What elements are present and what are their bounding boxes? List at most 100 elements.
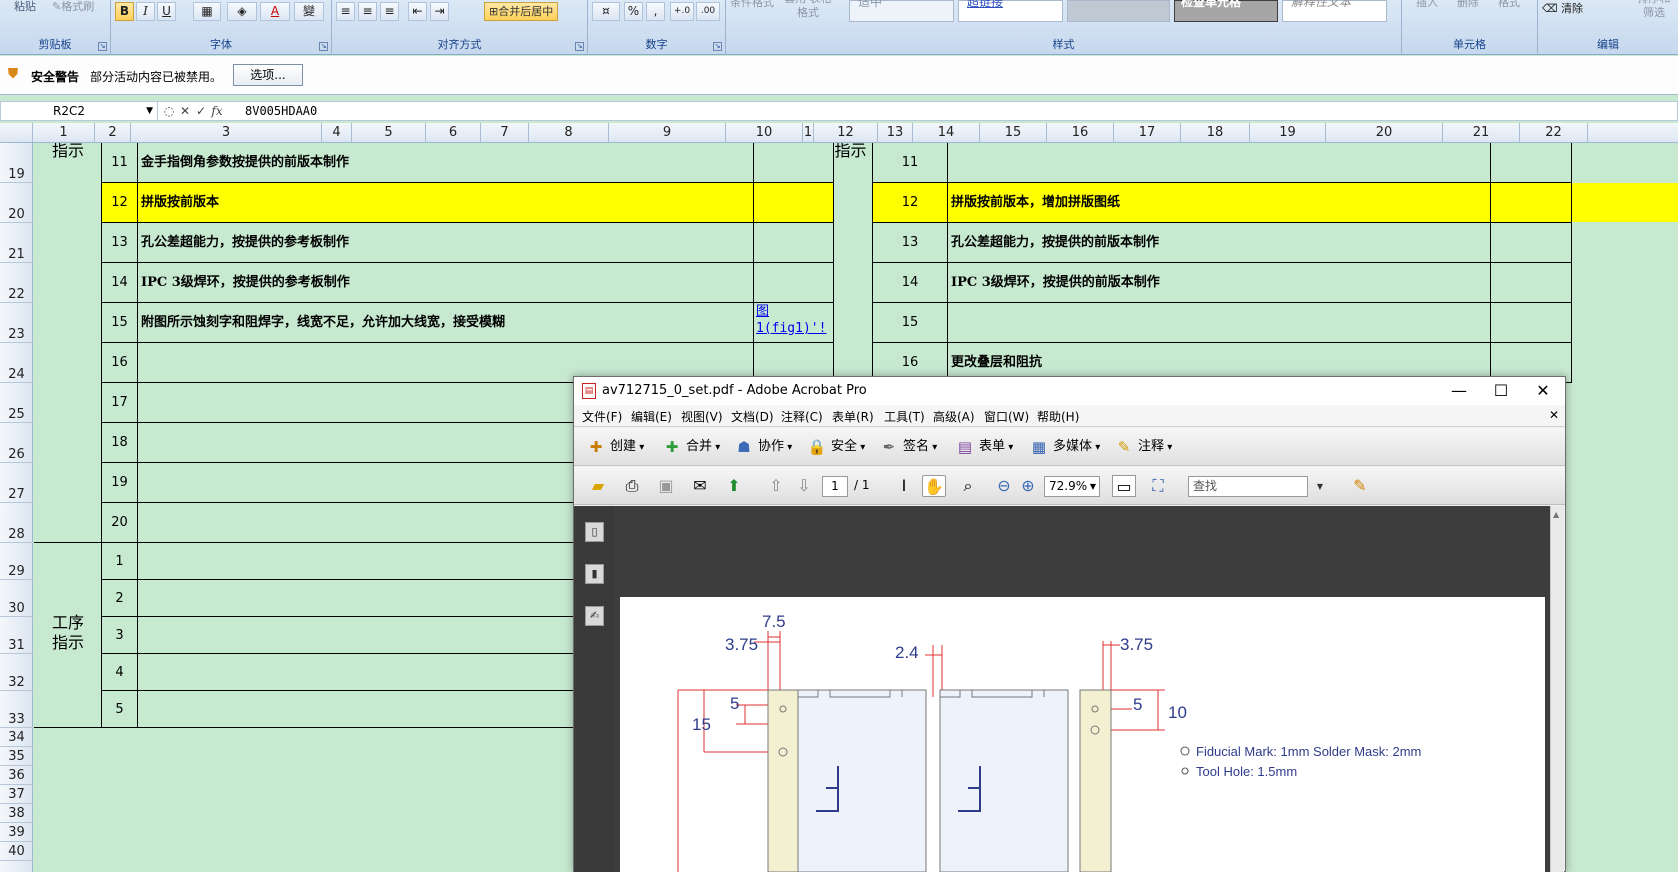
- note-cell[interactable]: [754, 223, 834, 263]
- style-blank[interactable]: [1067, 0, 1170, 22]
- zoom-level-select[interactable]: 72.9% ▼: [1044, 476, 1100, 497]
- instruction-cell[interactable]: 附图所示蚀刻字和阻焊字，线宽不足，允许加大线宽，接受模糊: [138, 303, 754, 343]
- dialog-launcher-icon[interactable]: ↘: [575, 42, 584, 51]
- process-number-cell[interactable]: 3: [102, 617, 138, 654]
- prev-page-icon[interactable]: ⇧: [764, 475, 788, 497]
- paste-button[interactable]: 粘贴: [14, 0, 36, 18]
- page-number-input[interactable]: 1: [822, 476, 848, 497]
- instruction-cell[interactable]: IPC 3级焊环，按提供的参考板制作: [138, 263, 754, 303]
- vertical-scrollbar[interactable]: ▲: [1550, 506, 1564, 872]
- print-icon[interactable]: ⎙: [620, 475, 644, 497]
- note-cell[interactable]: 图 1(fig1)'!: [754, 303, 834, 343]
- row-number-cell[interactable]: 19: [102, 463, 138, 503]
- row-header-cell[interactable]: 37: [0, 785, 33, 804]
- process-text-cell[interactable]: [138, 691, 634, 728]
- note-cell[interactable]: [1491, 143, 1572, 183]
- row-header-cell[interactable]: 40: [0, 842, 33, 861]
- column-header-cell[interactable]: 20: [1326, 123, 1443, 143]
- row-number-cell[interactable]: 14: [873, 263, 948, 303]
- instruction-cell[interactable]: 孔公差超能力，按提供的前版本制作: [948, 223, 1491, 263]
- open-folder-icon[interactable]: ▰: [586, 475, 610, 497]
- row-header-cell[interactable]: 20: [0, 183, 33, 223]
- next-page-icon[interactable]: ⇩: [792, 475, 816, 497]
- note-cell[interactable]: [754, 183, 834, 223]
- column-header-cell[interactable]: 1: [33, 123, 95, 143]
- table-format-button[interactable]: 套用 表格格式: [784, 0, 832, 19]
- border-button[interactable]: ▦: [193, 2, 221, 21]
- options-button[interactable]: 选项...: [233, 64, 303, 86]
- upload-icon[interactable]: ⬆: [722, 475, 746, 497]
- pencil-icon[interactable]: ✎: [1348, 475, 1372, 497]
- row-number-cell[interactable]: 11: [102, 143, 138, 183]
- row-number-cell[interactable]: 14: [102, 263, 138, 303]
- style-explanatory[interactable]: 解释性文本: [1282, 0, 1387, 22]
- fit-width-icon[interactable]: ⛶: [1146, 475, 1170, 497]
- column-header-cell[interactable]: 15: [980, 123, 1047, 143]
- email-icon[interactable]: ✉: [688, 475, 712, 497]
- toolbar-button[interactable]: 🔒 安全 ▾: [807, 435, 866, 459]
- process-number-cell[interactable]: 2: [102, 580, 138, 617]
- note-cell[interactable]: [1491, 223, 1572, 263]
- zoom-out-icon[interactable]: ⊖: [992, 475, 1016, 497]
- row-number-cell[interactable]: 17: [102, 383, 138, 423]
- instruction-cell[interactable]: 拼版按前版本，增加拼版图纸: [948, 183, 1491, 223]
- row-header-cell[interactable]: 36: [0, 766, 33, 785]
- select-all-corner[interactable]: [0, 123, 33, 143]
- decrease-decimal-button[interactable]: .00: [696, 2, 720, 21]
- column-header-cell[interactable]: 21: [1443, 123, 1520, 143]
- format-button[interactable]: 格式: [1498, 0, 1520, 14]
- close-document-icon[interactable]: ✕: [1549, 408, 1559, 422]
- column-header-cell[interactable]: 5: [352, 123, 426, 143]
- acrobat-title-bar[interactable]: ▤ av712715_0_set.pdf - Adobe Acrobat Pro…: [574, 377, 1565, 405]
- column-header-cell[interactable]: 4: [322, 123, 352, 143]
- process-number-cell[interactable]: 4: [102, 654, 138, 691]
- instruction-cell[interactable]: 拼版按前版本: [138, 183, 754, 223]
- conditional-format-button[interactable]: 条件格式: [730, 0, 774, 14]
- note-cell[interactable]: [754, 263, 834, 303]
- process-number-cell[interactable]: 5: [102, 691, 138, 728]
- hand-tool-icon[interactable]: ✋: [922, 475, 946, 497]
- menu-item[interactable]: 表单(R): [832, 408, 874, 425]
- toolbar-button[interactable]: ▦ 多媒体 ▾: [1029, 435, 1100, 459]
- toolbar-button[interactable]: ✎ 注释 ▾: [1114, 435, 1173, 459]
- row-number-cell[interactable]: 18: [102, 423, 138, 463]
- column-header-cell[interactable]: 10: [726, 123, 803, 143]
- column-header-cell[interactable]: 14: [913, 123, 980, 143]
- row-number-cell[interactable]: 12: [873, 183, 948, 223]
- style-hyperlink[interactable]: 超链接: [958, 0, 1063, 22]
- column-header-cell[interactable]: 3: [131, 123, 322, 143]
- dialog-launcher-icon[interactable]: ↘: [98, 42, 107, 51]
- instruction-cell[interactable]: IPC 3级焊环，按提供的前版本制作: [948, 263, 1491, 303]
- increase-decimal-button[interactable]: +.0: [670, 2, 694, 21]
- column-header-cell[interactable]: 17: [1114, 123, 1181, 143]
- zoom-in-icon[interactable]: ⊕: [1016, 475, 1040, 497]
- row-header-cell[interactable]: 35: [0, 747, 33, 766]
- zoom-tool-icon[interactable]: ⌕: [956, 475, 980, 497]
- process-text-cell[interactable]: [138, 617, 634, 654]
- italic-button[interactable]: I: [136, 2, 155, 21]
- row-header-cell[interactable]: 30: [0, 580, 33, 617]
- column-header-cell[interactable]: 18: [1181, 123, 1250, 143]
- row-header-cell[interactable]: 34: [0, 728, 33, 747]
- row-header-cell[interactable]: 25: [0, 383, 33, 423]
- row-number-cell[interactable]: 12: [102, 183, 138, 223]
- toolbar-button[interactable]: ▤ 表单 ▾: [955, 435, 1013, 459]
- column-header-cell[interactable]: 1: [803, 123, 814, 143]
- column-header-cell[interactable]: 2: [95, 123, 131, 143]
- row-number-cell[interactable]: 15: [102, 303, 138, 343]
- menu-item[interactable]: 文件(F): [582, 408, 622, 425]
- row-header-cell[interactable]: 32: [0, 654, 33, 691]
- row-header-cell[interactable]: 21: [0, 223, 33, 263]
- row-header-cell[interactable]: 28: [0, 503, 33, 543]
- close-icon[interactable]: ✕: [1523, 380, 1563, 402]
- comma-button[interactable]: ,: [646, 2, 665, 21]
- row-header-cell[interactable]: 33: [0, 691, 33, 728]
- chevron-down-icon[interactable]: ▼: [1317, 477, 1323, 496]
- row-header-cell[interactable]: 19: [0, 143, 33, 183]
- row-header-cell[interactable]: 22: [0, 263, 33, 303]
- check-icon[interactable]: ✓: [193, 102, 209, 120]
- align-center-button[interactable]: ≡: [358, 2, 377, 21]
- toolbar-button[interactable]: ✚ 合并 ▾: [662, 435, 721, 459]
- document-view[interactable]: 7.5 3.75 2.4 3.75 5 5 15 10 Fiducial Mar…: [614, 506, 1564, 872]
- row-number-cell[interactable]: 13: [102, 223, 138, 263]
